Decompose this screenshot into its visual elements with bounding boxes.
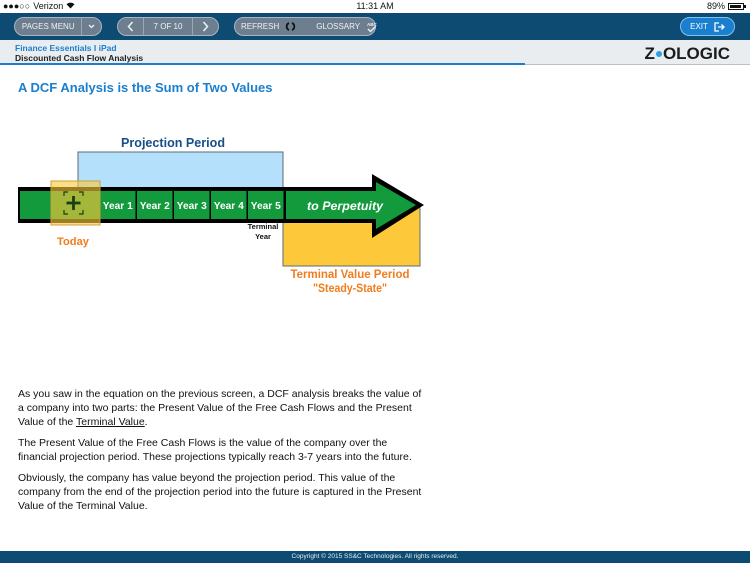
glossary-label: GLOSSARY: [316, 22, 361, 31]
terminal-year-label: Terminal: [248, 222, 279, 231]
today-label: Today: [57, 236, 90, 248]
year-boxes: Year 1 Year 2 Year 3 Year 4 Year 5: [100, 191, 284, 219]
page-indicator: 7 OF 10: [153, 22, 183, 31]
pages-menu-group: PAGES MENU: [14, 17, 102, 36]
perpetuity-label: to Perpetuity: [307, 199, 384, 213]
battery-info: 89%: [706, 1, 746, 11]
copyright-text: Copyright © 2015 SS&C Technologies. All …: [291, 553, 459, 560]
svg-text:ABC: ABC: [367, 22, 377, 27]
exit-label: EXIT: [690, 22, 708, 31]
terminal-year-label-2: Year: [255, 232, 271, 241]
page-title: A DCF Analysis is the Sum of Two Values: [18, 80, 273, 95]
pages-menu-button[interactable]: PAGES MENU: [15, 18, 81, 35]
body-text: As you saw in the equation on the previo…: [18, 387, 423, 520]
page-navigation: 7 OF 10: [117, 17, 219, 36]
paragraph-3: Obviously, the company has value beyond …: [18, 472, 422, 512]
exit-button[interactable]: EXIT: [680, 17, 735, 36]
year-label: Year 4: [214, 201, 244, 212]
battery-icon: [728, 2, 746, 10]
footer: Copyright © 2015 SS&C Technologies. All …: [0, 551, 750, 563]
projection-period-label: Projection Period: [121, 135, 225, 150]
year-label: Year 2: [140, 201, 170, 212]
course-header: Finance Essentials I iPad Discounted Cas…: [0, 40, 750, 65]
refresh-button[interactable]: REFRESH: [235, 18, 302, 35]
course-progress-bar: [0, 63, 525, 65]
terminal-value-period-label: Terminal Value Period: [291, 269, 410, 281]
refresh-icon: [286, 22, 296, 31]
previous-page-button[interactable]: [118, 18, 143, 35]
terminal-value-glossary-link[interactable]: Terminal Value: [76, 416, 145, 428]
tools-group: REFRESH GLOSSARY ABC: [234, 17, 377, 36]
paragraph-1: As you saw in the equation on the previo…: [18, 388, 422, 428]
spellcheck-icon: ABC: [367, 22, 377, 33]
logo-dot: [655, 51, 662, 57]
chevron-left-icon: [127, 21, 134, 32]
glossary-button[interactable]: GLOSSARY ABC: [310, 18, 383, 35]
refresh-label: REFRESH: [241, 22, 280, 31]
app-toolbar: PAGES MENU 7 OF 10 REFRESH GLOSSARY ABC …: [0, 13, 750, 40]
year-label: Year 1: [103, 201, 133, 212]
module-title: Discounted Cash Flow Analysis: [15, 53, 144, 63]
dcf-timeline-diagram: Projection Period Year 1 Year 2 Year 3 Year…: [0, 125, 460, 305]
exit-icon: [714, 21, 725, 32]
next-page-button[interactable]: [193, 18, 218, 35]
steady-state-label: "Steady-State": [313, 283, 387, 295]
status-bar: ●●●○○ Verizon 11:31 AM 89%: [0, 0, 750, 13]
year-label: Year 5: [251, 201, 281, 212]
year-label: Year 3: [177, 201, 207, 212]
battery-percent: 89%: [706, 1, 725, 11]
chevron-right-icon: [202, 21, 209, 32]
chevron-down-icon[interactable]: [82, 18, 101, 35]
zoologic-logo: Z OLOGIC: [644, 44, 730, 63]
clock: 11:31 AM: [356, 1, 394, 11]
paragraph-2: The Present Value of the Free Cash Flows…: [18, 437, 412, 463]
course-title: Finance Essentials I iPad: [15, 43, 117, 53]
